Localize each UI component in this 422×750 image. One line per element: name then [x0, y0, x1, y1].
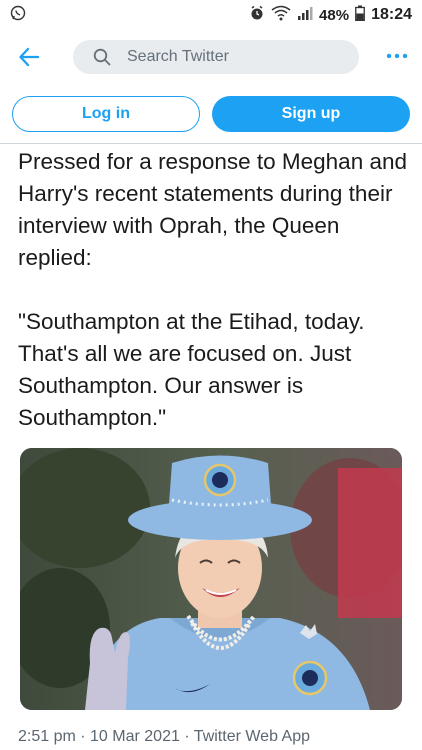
login-button[interactable]: Log in [12, 96, 200, 132]
search-input[interactable] [127, 48, 327, 66]
search-icon [93, 48, 111, 66]
status-right: 48% 18:24 [249, 5, 412, 25]
more-options-button[interactable] [384, 46, 410, 66]
tweet-timestamp: 2:51 pm · 10 Mar 2021 · Twitter Web App [18, 728, 310, 745]
status-left [10, 5, 26, 25]
queen-photo-illustration [20, 448, 402, 710]
wifi-icon [271, 5, 291, 25]
more-dots-icon [386, 53, 408, 59]
alarm-icon [249, 5, 265, 25]
status-bar: 48% 18:24 [0, 0, 422, 30]
back-button[interactable] [16, 44, 42, 70]
signal-icon [297, 5, 313, 25]
auth-row: Log in Sign up [0, 94, 422, 134]
back-arrow-icon [19, 47, 40, 67]
tweet-image[interactable] [20, 448, 402, 710]
signup-button[interactable]: Sign up [212, 96, 410, 132]
battery-icon [355, 5, 365, 25]
header-divider [0, 143, 422, 144]
whatsapp-icon [10, 5, 26, 25]
battery-percent: 48% [319, 6, 350, 24]
search-box[interactable] [73, 40, 359, 74]
top-bar [0, 36, 422, 78]
clock: 18:24 [371, 6, 412, 23]
tweet-text: Pressed for a response to Meghan and Har… [18, 146, 413, 434]
tweet-paragraph-1: Pressed for a response to Meghan and Har… [18, 149, 407, 270]
tweet-paragraph-2: "Southampton at the Etihad, today. That'… [18, 309, 365, 430]
